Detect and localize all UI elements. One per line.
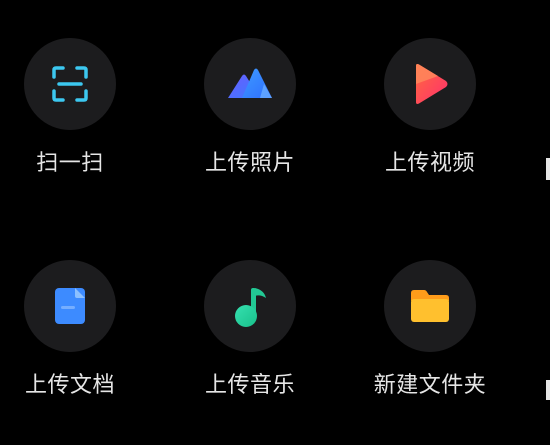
upload-video-label: 上传视频 [384,151,475,176]
scan-label: 扫一扫 [36,151,104,176]
music-note-icon [235,288,266,327]
new-folder-label: 新建文件夹 [373,373,487,398]
folder-icon [411,290,449,322]
clipped-next-column-hint-lower [546,380,550,400]
upload-document-button[interactable]: 上传文档 [0,260,145,420]
scan-icon-circle[interactable] [24,38,116,130]
scan-icon [52,66,88,102]
video-play-icon [416,64,448,104]
clipped-next-column-hint [546,158,550,180]
new-folder-icon-circle[interactable] [384,260,476,352]
new-folder-button[interactable]: 新建文件夹 [355,260,505,420]
upload-music-button[interactable]: 上传音乐 [175,260,325,420]
upload-photo-button[interactable]: 上传照片 [175,38,325,198]
upload-document-icon-circle[interactable] [24,260,116,352]
upload-photo-label: 上传照片 [204,151,295,176]
document-icon [55,288,85,324]
upload-video-button[interactable]: 上传视频 [355,38,505,198]
upload-document-label: 上传文档 [24,373,115,398]
upload-photo-icon-circle[interactable] [204,38,296,130]
scan-button[interactable]: 扫一扫 [0,38,145,198]
upload-music-icon-circle[interactable] [204,260,296,352]
upload-video-icon-circle[interactable] [384,38,476,130]
upload-music-label: 上传音乐 [204,373,295,398]
photo-mountain-icon [228,68,272,98]
